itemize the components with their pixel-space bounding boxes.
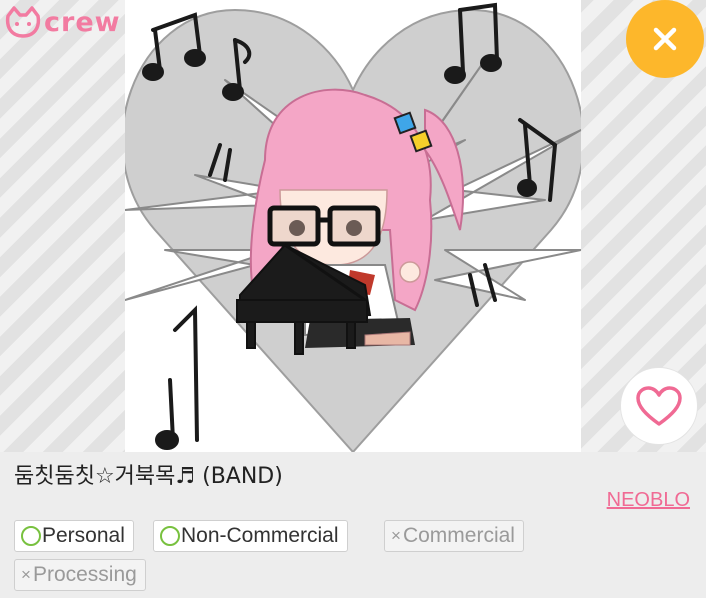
license-tag-personal: Personal — [14, 520, 134, 552]
item-title: 둠칫둠칫☆거북목♬ (BAND) — [14, 464, 283, 489]
tag-label: Processing — [32, 563, 137, 586]
close-button[interactable] — [626, 0, 704, 78]
tag-label: Commercial — [402, 524, 515, 547]
not-allowed-cross-icon: × — [21, 565, 31, 584]
license-tag-processing: × Processing — [14, 559, 146, 591]
tag-label: Non-Commercial — [181, 524, 339, 547]
heart-icon — [636, 386, 682, 426]
author-link[interactable]: NEOBLO — [607, 489, 690, 512]
license-tag-commercial: × Commercial — [384, 520, 524, 552]
not-allowed-cross-icon: × — [391, 526, 401, 545]
close-icon — [653, 27, 677, 51]
artwork-image — [125, 0, 581, 452]
like-button[interactable] — [620, 367, 698, 445]
logo-text: crew — [44, 6, 121, 38]
cat-face-icon — [5, 6, 41, 38]
allowed-circle-icon — [21, 526, 41, 546]
tag-label: Personal — [42, 524, 125, 547]
license-tag-non-commercial: Non-Commercial — [153, 520, 348, 552]
site-logo[interactable]: crew — [4, 4, 121, 40]
allowed-circle-icon — [160, 526, 180, 546]
